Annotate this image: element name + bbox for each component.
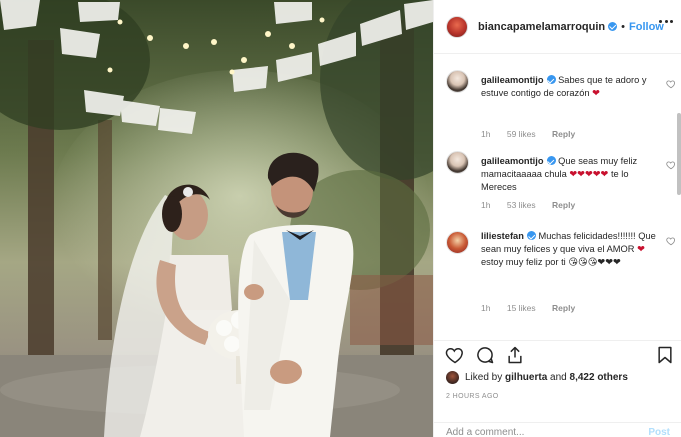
verified-badge-icon [546, 75, 556, 84]
comment-meta: 1h 59 likes Reply [481, 129, 589, 139]
author-username[interactable]: biancapamelamarroquin [478, 21, 618, 33]
verified-badge-icon [526, 231, 536, 240]
post-button[interactable]: Post [648, 427, 670, 437]
comment-time: 1h [481, 200, 491, 210]
comment-emoji: ❤ [637, 244, 645, 254]
comment-like-heart-icon[interactable] [666, 236, 676, 246]
post-side-panel: biancapamelamarroquin • Follow galileamo… [433, 0, 681, 437]
post-timestamp[interactable]: 2 HOURS AGO [446, 393, 499, 400]
share-icon[interactable] [505, 345, 525, 365]
verified-badge-icon [546, 156, 556, 165]
liker-avatar[interactable] [446, 371, 459, 384]
separator-dot: • [621, 20, 626, 33]
comment-text: liliestefan Muchas felicidades!!!!!!! Qu… [481, 230, 661, 269]
reply-button[interactable]: Reply [552, 200, 575, 210]
comment-likes[interactable]: 59 likes [507, 129, 536, 139]
comment-emoji: ❤❤❤❤❤ [569, 169, 609, 179]
comment-emoji: ❤ [592, 88, 600, 98]
comment-text: galileamontijo Que seas muy feliz mamaci… [481, 155, 661, 194]
comment-like-heart-icon[interactable] [666, 160, 676, 170]
commenter-username[interactable]: galileamontijo [481, 156, 544, 166]
liked-by-user[interactable]: gilhuerta [505, 372, 547, 383]
comment-likes[interactable]: 15 likes [507, 303, 536, 313]
reply-button[interactable]: Reply [552, 129, 575, 139]
comment-emoji-end: 😘😘😘❤❤❤ [568, 257, 621, 267]
comment-like-heart-icon[interactable] [666, 79, 676, 89]
commenter-username[interactable]: liliestefan [481, 231, 524, 241]
comment-meta: 1h 15 likes Reply [481, 303, 589, 313]
post-header: biancapamelamarroquin • Follow [434, 0, 681, 54]
comment-time: 1h [481, 129, 491, 139]
comments-list[interactable]: galileamontijo Sabes que te adoro y estu… [434, 55, 681, 340]
liked-by-joiner: and [550, 372, 567, 383]
add-comment-input[interactable] [446, 426, 626, 437]
bookmark-icon[interactable] [655, 345, 675, 365]
heart-icon[interactable] [445, 345, 465, 365]
author-username-text[interactable]: biancapamelamarroquin [478, 21, 605, 33]
liked-by: Liked by gilhuerta and 8,422 others [446, 371, 628, 384]
comment-likes[interactable]: 53 likes [507, 200, 536, 210]
comment-body-end: estoy muy feliz por ti [481, 257, 566, 267]
more-options-icon[interactable] [659, 20, 673, 24]
add-comment-bar: Post [434, 422, 681, 437]
wedding-photo-illustration [0, 0, 433, 437]
comment-text: galileamontijo Sabes que te adoro y estu… [481, 74, 661, 100]
commenter-avatar[interactable] [446, 231, 469, 254]
comments-scrollbar[interactable] [677, 113, 681, 195]
liked-by-count[interactable]: 8,422 others [570, 372, 628, 383]
commenter-username[interactable]: galileamontijo [481, 75, 544, 85]
verified-badge-icon [608, 21, 618, 31]
post-actions: Liked by gilhuerta and 8,422 others 2 HO… [434, 340, 681, 437]
comment-time: 1h [481, 303, 491, 313]
commenter-avatar[interactable] [446, 151, 469, 174]
commenter-avatar[interactable] [446, 70, 469, 93]
reply-button[interactable]: Reply [552, 303, 575, 313]
author-avatar[interactable] [446, 15, 468, 38]
post-photo[interactable] [0, 0, 433, 437]
comment-meta: 1h 53 likes Reply [481, 200, 589, 210]
liked-by-prefix: Liked by [465, 372, 503, 383]
comment-icon[interactable] [475, 345, 495, 365]
